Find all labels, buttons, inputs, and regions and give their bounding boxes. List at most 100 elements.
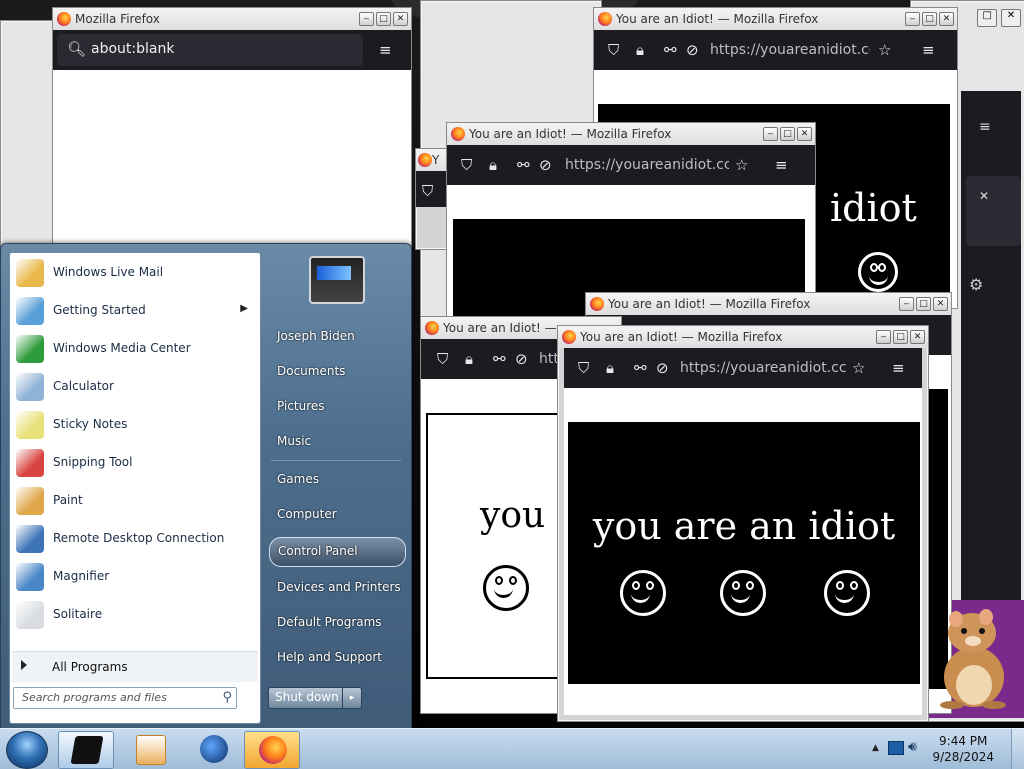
start-item-paint[interactable]: Paint (12, 483, 258, 519)
lock-icon[interactable]: 🔒︎ (636, 41, 644, 59)
bookmark-star-icon[interactable]: ☆ (735, 156, 748, 174)
maximize-button[interactable]: □ (916, 297, 931, 311)
shield-icon[interactable]: ⛉ (461, 156, 472, 174)
close-button[interactable]: ✕ (797, 127, 812, 141)
url-text[interactable]: about:blank (91, 41, 174, 57)
url-text[interactable]: htt (539, 351, 559, 367)
minimize-button[interactable]: ‒ (763, 127, 778, 141)
start-link-user[interactable]: Joseph Biden (269, 323, 404, 351)
start-link-control-panel[interactable]: Control Panel (269, 537, 406, 567)
title-bar[interactable]: You are an Idiot! — Mozilla Firefox ‒ □ … (558, 326, 928, 348)
idiot-text: idiot (830, 186, 917, 230)
tracking-off-icon[interactable]: ⊘ (656, 359, 669, 377)
start-link-games[interactable]: Games (269, 466, 404, 494)
taskbar-button-media-player[interactable] (122, 731, 176, 767)
network-icon[interactable] (888, 741, 904, 755)
search-icon[interactable]: ⚲ (222, 690, 232, 705)
volume-icon[interactable]: 🔊︎ (908, 739, 917, 755)
shutdown-button[interactable]: Shut down ▸ (268, 687, 362, 709)
maximize-button[interactable]: □ (780, 127, 795, 141)
maximize-button[interactable]: □ (977, 9, 998, 27)
start-item-remote-desktop-connection[interactable]: Remote Desktop Connection (12, 521, 258, 557)
start-search-input[interactable]: Search programs and files ⚲ (13, 687, 237, 709)
media-player-icon (136, 735, 166, 765)
url-bar[interactable]: 🔍︎ about:blank (57, 34, 363, 66)
bookmark-star-icon[interactable]: ☆ (852, 359, 865, 377)
permissions-icon[interactable]: ⚯ (493, 350, 506, 368)
minimize-button[interactable]: ‒ (905, 12, 920, 26)
show-hidden-icons-icon[interactable]: ▲ (872, 743, 879, 753)
close-button[interactable]: ✕ (393, 12, 408, 26)
hamburger-menu-icon[interactable]: ≡ (922, 41, 935, 59)
start-item-magnifier[interactable]: Magnifier (12, 559, 258, 595)
shield-icon[interactable]: ⛉ (578, 359, 589, 377)
minimize-button[interactable]: ‒ (876, 330, 891, 344)
taskbar-button-tablet[interactable] (58, 731, 114, 769)
tracking-off-icon[interactable]: ⊘ (515, 350, 528, 368)
title-bar[interactable]: You are an Idiot! — Mozilla Firefox ‒ □ … (447, 123, 815, 145)
minimize-button[interactable]: ‒ (359, 12, 374, 26)
hamburger-menu-icon[interactable]: ≡ (379, 41, 392, 59)
start-item-windows-live-mail[interactable]: Windows Live Mail (12, 255, 258, 291)
shield-icon[interactable]: ⛉ (608, 41, 619, 59)
start-link-devices-and-printers[interactable]: Devices and Printers (269, 574, 404, 602)
start-item-snipping-tool[interactable]: Snipping Tool (12, 445, 258, 481)
start-button[interactable] (6, 731, 48, 769)
maximize-button[interactable]: □ (376, 12, 391, 26)
title-bar[interactable]: You are an Idiot! — Mozilla Firefox ‒ □ … (594, 8, 957, 30)
user-picture[interactable] (309, 256, 365, 304)
start-item-calculator[interactable]: Calculator (12, 369, 258, 405)
gear-icon[interactable]: ⚙ (969, 275, 983, 294)
show-desktop-button[interactable] (1011, 729, 1024, 769)
divider (271, 460, 401, 461)
remote-desktop-icon (16, 525, 44, 553)
calculator-icon (16, 373, 44, 401)
close-icon[interactable]: ✕ (979, 189, 989, 203)
taskbar-button-firefox[interactable] (244, 731, 300, 769)
hamburger-menu-icon[interactable]: ≡ (892, 359, 905, 377)
url-text[interactable]: https://youareanidiot.cc/lol. (680, 360, 846, 376)
start-link-computer[interactable]: Computer (269, 501, 404, 529)
start-item-getting-started[interactable]: Getting Started ▶ (12, 293, 258, 329)
start-link-documents[interactable]: Documents (269, 358, 404, 386)
close-button[interactable]: ✕ (939, 12, 954, 26)
lock-icon[interactable]: 🔒︎ (465, 350, 473, 368)
start-link-help-and-support[interactable]: Help and Support (269, 644, 404, 672)
tracking-off-icon[interactable]: ⊘ (686, 41, 699, 59)
maximize-button[interactable]: □ (922, 12, 937, 26)
start-link-pictures[interactable]: Pictures (269, 393, 404, 421)
tracking-off-icon[interactable]: ⊘ (539, 156, 552, 174)
hamburger-menu-icon[interactable]: ≡ (775, 156, 788, 174)
window-title: Y (432, 153, 440, 167)
close-button[interactable]: ✕ (1001, 9, 1021, 27)
title-bar[interactable]: Mozilla Firefox ‒ □ ✕ (53, 8, 411, 30)
title-bar[interactable]: You are an Idiot! — Mozilla Firefox ‒ □ … (586, 293, 951, 315)
shield-icon[interactable]: ⛉ (422, 182, 433, 200)
close-button[interactable]: ✕ (933, 297, 948, 311)
internet-explorer-icon (200, 735, 228, 763)
start-link-label: Devices and Printers (277, 580, 401, 594)
firefox-window-idiot-front[interactable]: You are an Idiot! — Mozilla Firefox ‒ □ … (557, 325, 929, 722)
hamburger-menu-icon[interactable]: ≡ (979, 119, 991, 135)
permissions-icon[interactable]: ⚯ (517, 156, 530, 174)
start-item-windows-media-center[interactable]: Windows Media Center (12, 331, 258, 367)
close-button[interactable]: ✕ (910, 330, 925, 344)
lock-icon[interactable]: 🔒︎ (489, 156, 497, 174)
start-link-default-programs[interactable]: Default Programs (269, 609, 404, 637)
permissions-icon[interactable]: ⚯ (664, 41, 677, 59)
start-item-sticky-notes[interactable]: Sticky Notes (12, 407, 258, 443)
maximize-button[interactable]: □ (893, 330, 908, 344)
url-text[interactable]: https://youareanidiot.cc/lol. (710, 42, 870, 58)
start-item-solitaire[interactable]: Solitaire (12, 597, 258, 633)
bookmark-star-icon[interactable]: ☆ (878, 41, 891, 59)
shield-icon[interactable]: ⛉ (437, 350, 448, 368)
lock-icon[interactable]: 🔒︎ (606, 359, 614, 377)
start-link-music[interactable]: Music (269, 428, 404, 456)
permissions-icon[interactable]: ⚯ (634, 359, 647, 377)
all-programs-button[interactable]: All Programs (12, 651, 258, 682)
shutdown-options-button[interactable]: ▸ (342, 688, 361, 708)
minimize-button[interactable]: ‒ (899, 297, 914, 311)
url-text[interactable]: https://youareanidiot.cc/lol. (565, 157, 729, 173)
clock[interactable]: 9:44 PM 9/28/2024 (932, 733, 994, 765)
taskbar-button-browser[interactable] (186, 731, 240, 767)
